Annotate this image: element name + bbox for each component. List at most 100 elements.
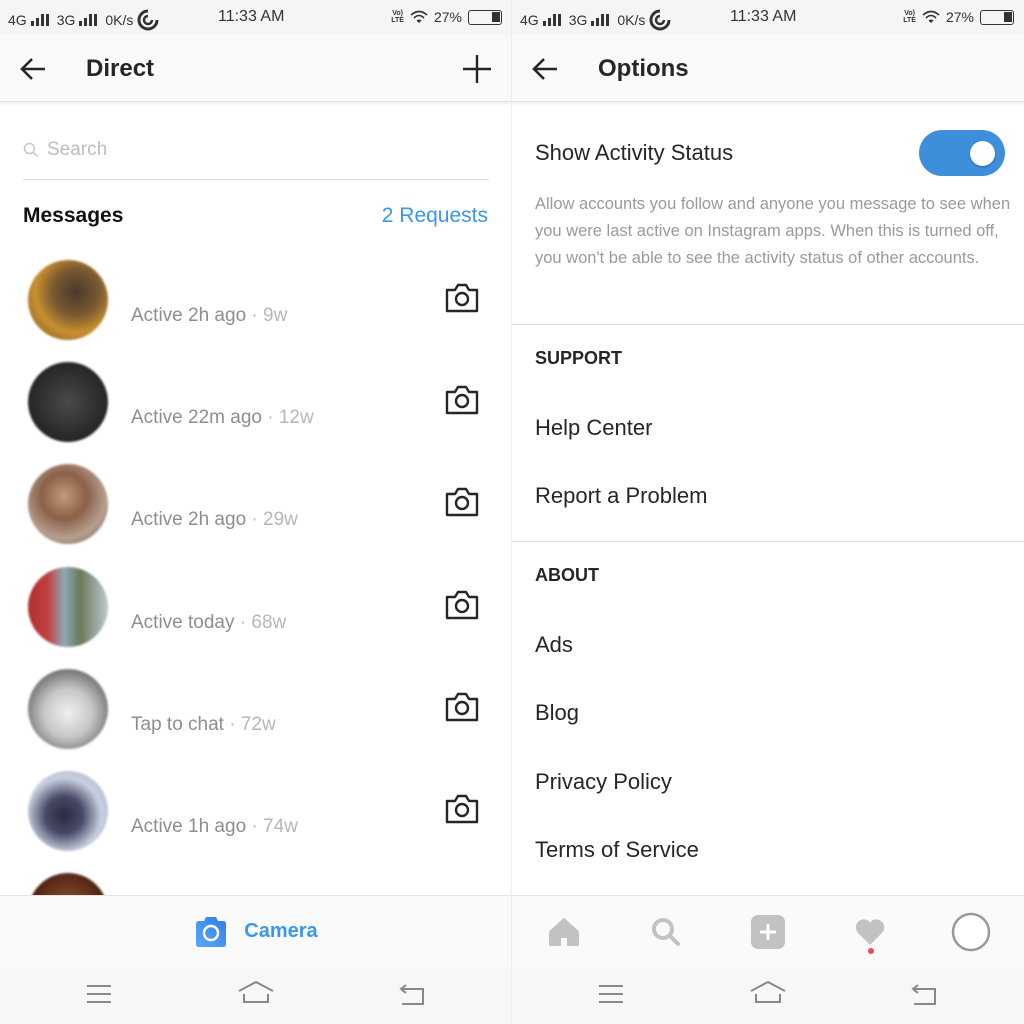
messages-heading: Messages	[23, 204, 124, 227]
camera-icon[interactable]	[444, 486, 480, 518]
battery-percent: 27%	[945, 9, 974, 25]
thread-row[interactable]: Active 2h ago · 29w	[0, 464, 512, 566]
thread-row[interactable]: Active today · 68w	[0, 567, 512, 669]
status-bar: 4G 3G 0K/s 11:33 AM Vo) LTE 27%	[512, 0, 1024, 35]
avatar[interactable]	[28, 464, 108, 544]
back-nav-icon[interactable]	[910, 984, 938, 1006]
tab-add-post[interactable]	[748, 912, 788, 952]
camera-icon[interactable]	[444, 793, 480, 825]
options-screen: 4G 3G 0K/s 11:33 AM Vo) LTE 27% Options S…	[512, 0, 1024, 1024]
thread-status: Active 22m ago · 12w	[131, 407, 314, 428]
network-type-1: 4G	[8, 12, 27, 28]
wifi-icon	[410, 10, 428, 23]
toggle-knob	[970, 141, 995, 166]
clock: 11:33 AM	[730, 8, 797, 25]
menu-icon[interactable]	[598, 984, 624, 1004]
data-saver-icon	[649, 9, 671, 31]
tab-search[interactable]	[646, 912, 686, 952]
clock: 11:33 AM	[218, 8, 285, 25]
page-title: Options	[598, 55, 689, 82]
thread-status: Tap to chat · 72w	[131, 714, 276, 735]
section-heading-about: ABOUT	[535, 565, 599, 585]
notification-dot	[868, 948, 874, 954]
thread-status: Active today · 68w	[131, 612, 287, 633]
divider	[512, 324, 1024, 325]
thread-status: Active 2h ago · 29w	[131, 509, 298, 530]
data-speed: 0K/s	[105, 12, 134, 28]
terms-of-service-item[interactable]: Terms of Service	[535, 837, 699, 863]
search-input[interactable]	[47, 138, 447, 161]
camera-icon[interactable]	[444, 589, 480, 621]
heart-icon	[855, 919, 885, 945]
back-arrow-icon[interactable]	[18, 55, 48, 83]
activity-status-label: Show Activity Status	[535, 140, 734, 165]
activity-status-description: Allow accounts you follow and anyone you…	[535, 195, 1011, 267]
tab-home[interactable]	[544, 912, 584, 952]
page-title: Direct	[86, 55, 155, 82]
system-nav-bar	[512, 967, 1024, 1024]
camera-filled-icon	[196, 916, 227, 947]
thread-row[interactable]: Active 1h ago · 74w	[0, 771, 512, 873]
thread-status: Active 2h ago · 9w	[131, 305, 288, 326]
wifi-icon	[922, 10, 940, 23]
camera-icon[interactable]	[444, 282, 480, 314]
thread-row[interactable]: Active 2h ago · 9w	[0, 260, 512, 362]
menu-icon[interactable]	[86, 984, 112, 1004]
activity-status-setting: Show Activity Status	[535, 130, 1005, 176]
tab-profile[interactable]	[951, 912, 991, 952]
volte-icon: Vo) LTE	[391, 10, 404, 24]
camera-label: Camera	[244, 920, 318, 942]
top-app-bar: Direct	[0, 35, 512, 102]
search-bar[interactable]	[23, 120, 489, 180]
signal-icon	[591, 14, 610, 26]
system-nav-bar	[0, 967, 512, 1024]
battery-percent: 27%	[433, 9, 462, 25]
search-icon	[652, 918, 680, 946]
privacy-policy-item[interactable]: Privacy Policy	[535, 769, 672, 795]
home-icon	[549, 918, 579, 946]
plus-icon[interactable]	[462, 54, 492, 84]
activity-status-toggle[interactable]	[919, 130, 1005, 176]
status-bar: 4G 3G 0K/s 11:33 AM Vo) LTE 27%	[0, 0, 512, 35]
avatar[interactable]	[28, 771, 108, 851]
blog-item[interactable]: Blog	[535, 700, 579, 726]
thread-row[interactable]: Active 22m ago · 12w	[0, 362, 512, 464]
section-heading-support: SUPPORT	[535, 348, 623, 368]
signal-icon	[542, 14, 561, 26]
network-type-2: 3G	[568, 12, 588, 28]
ads-item[interactable]: Ads	[535, 632, 573, 658]
signal-icon	[79, 14, 98, 26]
camera-icon[interactable]	[444, 384, 480, 416]
volte-icon: Vo) LTE	[903, 10, 916, 24]
direct-screen: 4G 3G 0K/s 11:33 AM Vo)LTE 27% Direct Me…	[0, 0, 512, 1024]
search-icon	[23, 142, 39, 157]
avatar[interactable]	[28, 260, 108, 340]
home-nav-icon[interactable]	[237, 979, 275, 1007]
battery-icon	[980, 9, 1014, 25]
back-nav-icon[interactable]	[398, 984, 426, 1006]
avatar[interactable]	[28, 567, 108, 647]
camera-button[interactable]: Camera	[0, 895, 512, 967]
add-post-icon	[751, 915, 785, 949]
help-center-item[interactable]: Help Center	[535, 415, 652, 441]
network-type-1: 4G	[520, 12, 539, 28]
requests-link[interactable]: 2 Requests	[382, 204, 488, 228]
thread-status: Active 1h ago · 74w	[131, 816, 298, 837]
data-saver-icon	[137, 9, 159, 31]
data-speed: 0K/s	[617, 12, 646, 28]
camera-icon[interactable]	[444, 691, 480, 723]
signal-icon	[30, 14, 49, 26]
report-problem-item[interactable]: Report a Problem	[535, 483, 707, 509]
tab-activity[interactable]	[850, 912, 890, 952]
top-app-bar: Options	[512, 35, 1024, 102]
thread-row[interactable]: Tap to chat · 72w	[0, 669, 512, 771]
home-nav-icon[interactable]	[749, 979, 787, 1007]
bottom-tab-bar	[512, 895, 1024, 967]
avatar[interactable]	[28, 669, 108, 749]
divider	[512, 541, 1024, 542]
back-arrow-icon[interactable]	[530, 55, 560, 83]
avatar[interactable]	[28, 362, 108, 442]
network-type-2: 3G	[56, 12, 76, 28]
battery-icon	[468, 9, 502, 25]
profile-icon	[951, 912, 991, 952]
